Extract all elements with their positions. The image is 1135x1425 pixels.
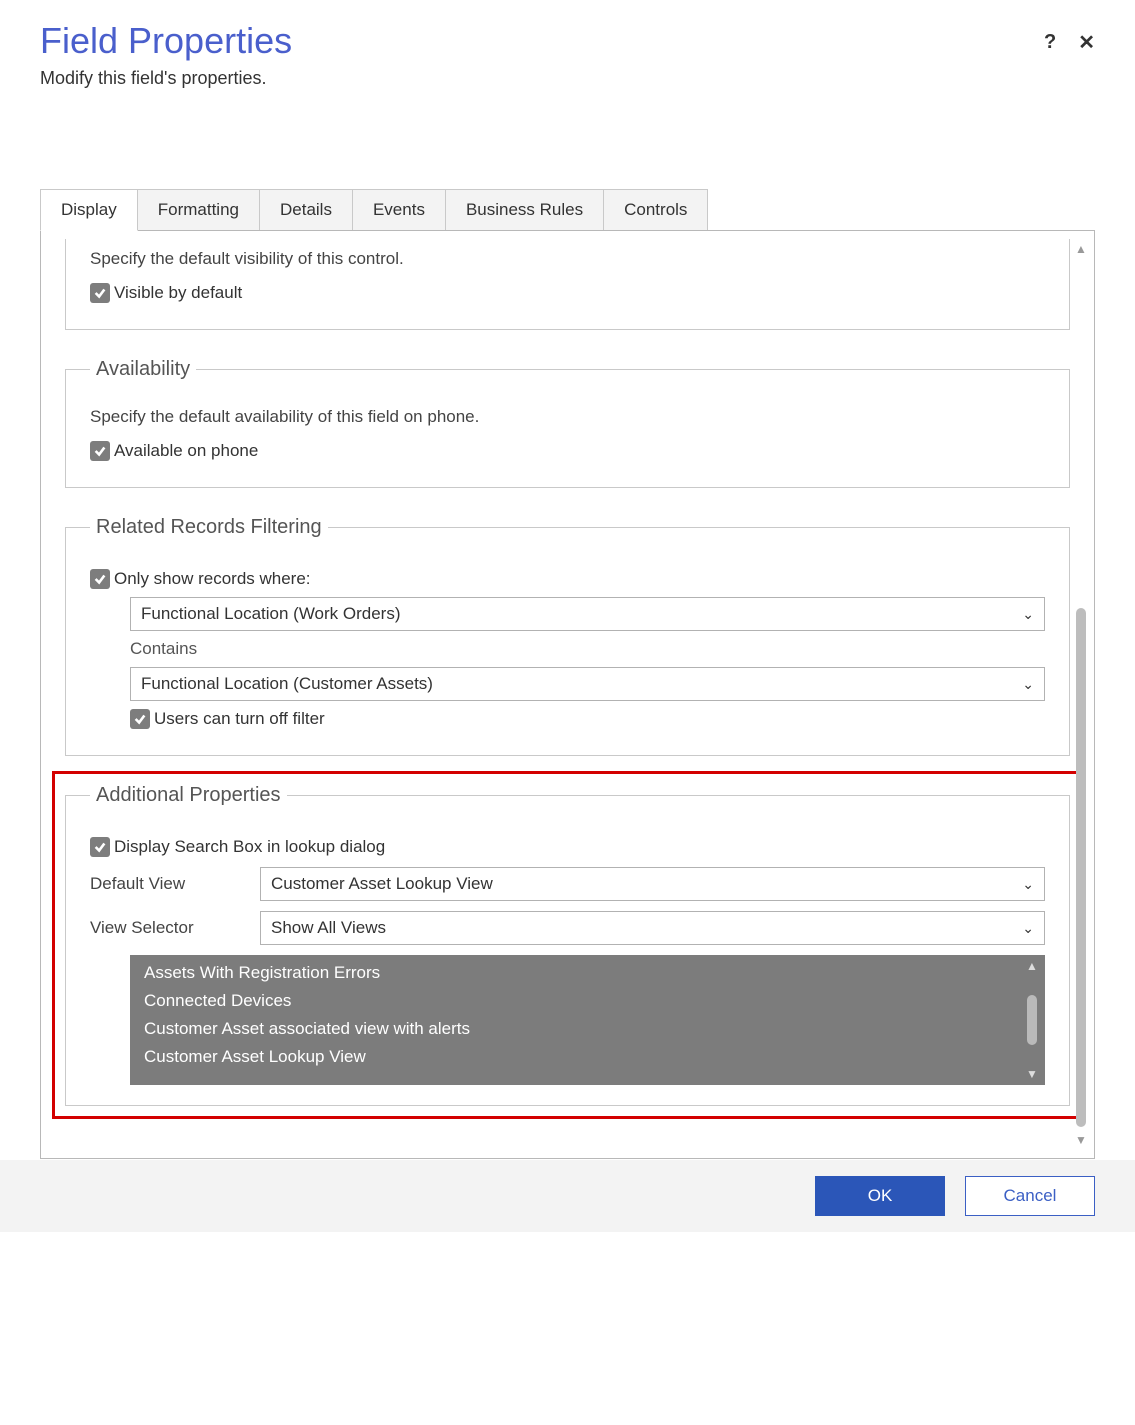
group-related-records: Related Records Filtering Only show reco… bbox=[65, 516, 1070, 756]
scroll-thumb[interactable] bbox=[1076, 608, 1086, 1127]
group-availability: Availability Specify the default availab… bbox=[65, 358, 1070, 488]
legend-related: Related Records Filtering bbox=[90, 516, 328, 539]
chevron-down-icon: ⌄ bbox=[1022, 606, 1034, 623]
tab-display[interactable]: Display bbox=[40, 189, 138, 231]
checkbox-display-search-box[interactable] bbox=[90, 837, 110, 857]
checkbox-visible-default-label: Visible by default bbox=[114, 283, 242, 303]
contains-label: Contains bbox=[130, 639, 1045, 659]
select-view-selector-value: Show All Views bbox=[271, 918, 386, 938]
scroll-thumb[interactable] bbox=[1027, 995, 1037, 1045]
list-item[interactable]: Customer Asset Lookup View bbox=[144, 1043, 1015, 1071]
scroll-track[interactable] bbox=[1076, 262, 1086, 1127]
select-related-field-b-value: Functional Location (Customer Assets) bbox=[141, 674, 433, 694]
dialog-footer: OK Cancel bbox=[0, 1160, 1135, 1232]
views-listbox[interactable]: Assets With Registration Errors Connecte… bbox=[130, 955, 1045, 1085]
select-default-view[interactable]: Customer Asset Lookup View ⌄ bbox=[260, 867, 1045, 901]
group-additional-properties: Additional Properties Display Search Box… bbox=[65, 784, 1070, 1106]
tab-controls[interactable]: Controls bbox=[603, 189, 708, 231]
help-icon[interactable]: ? bbox=[1044, 31, 1056, 54]
group-visibility: Specify the default visibility of this c… bbox=[65, 239, 1070, 330]
select-related-field-b[interactable]: Functional Location (Customer Assets) ⌄ bbox=[130, 667, 1045, 701]
checkbox-only-show-records-label: Only show records where: bbox=[114, 569, 311, 589]
scroll-down-icon[interactable]: ▼ bbox=[1075, 1133, 1087, 1147]
dialog-header: Field Properties Modify this field's pro… bbox=[40, 20, 1095, 129]
view-selector-label: View Selector bbox=[90, 918, 240, 938]
select-view-selector[interactable]: Show All Views ⌄ bbox=[260, 911, 1045, 945]
checkbox-display-search-box-label: Display Search Box in lookup dialog bbox=[114, 837, 385, 857]
list-item[interactable]: Assets With Registration Errors bbox=[144, 959, 1015, 987]
tab-events[interactable]: Events bbox=[352, 189, 446, 231]
listbox-scrollbar[interactable]: ▲ ▼ bbox=[1023, 959, 1041, 1081]
tab-bar: Display Formatting Details Events Busine… bbox=[40, 189, 1095, 231]
scroll-up-icon[interactable]: ▲ bbox=[1075, 242, 1087, 256]
chevron-down-icon: ⌄ bbox=[1022, 676, 1034, 693]
checkbox-users-turn-off-filter[interactable] bbox=[130, 709, 150, 729]
panel-scrollbar[interactable]: ▲ ▼ bbox=[1073, 242, 1089, 1147]
select-related-field-a[interactable]: Functional Location (Work Orders) ⌄ bbox=[130, 597, 1045, 631]
select-related-field-a-value: Functional Location (Work Orders) bbox=[141, 604, 401, 624]
list-item[interactable]: Connected Devices bbox=[144, 987, 1015, 1015]
list-item[interactable]: Customer Asset associated view with aler… bbox=[144, 1015, 1015, 1043]
checkbox-only-show-records[interactable] bbox=[90, 569, 110, 589]
ok-button[interactable]: OK bbox=[815, 1176, 945, 1216]
page-subtitle: Modify this field's properties. bbox=[40, 68, 292, 89]
tab-business-rules[interactable]: Business Rules bbox=[445, 189, 604, 231]
legend-availability: Availability bbox=[90, 358, 196, 381]
chevron-down-icon: ⌄ bbox=[1022, 876, 1034, 893]
scroll-up-icon[interactable]: ▲ bbox=[1026, 959, 1038, 973]
checkbox-available-phone-label: Available on phone bbox=[114, 441, 258, 461]
scroll-down-icon[interactable]: ▼ bbox=[1026, 1067, 1038, 1081]
availability-desc: Specify the default availability of this… bbox=[90, 407, 1045, 427]
tab-details[interactable]: Details bbox=[259, 189, 353, 231]
close-icon[interactable]: ✕ bbox=[1078, 30, 1095, 55]
page-title: Field Properties bbox=[40, 20, 292, 62]
visibility-desc: Specify the default visibility of this c… bbox=[90, 249, 1045, 269]
field-properties-dialog: Field Properties Modify this field's pro… bbox=[0, 0, 1135, 1159]
checkbox-users-turn-off-filter-label: Users can turn off filter bbox=[154, 709, 325, 729]
default-view-label: Default View bbox=[90, 874, 240, 894]
checkbox-available-phone[interactable] bbox=[90, 441, 110, 461]
legend-additional: Additional Properties bbox=[90, 784, 287, 807]
chevron-down-icon: ⌄ bbox=[1022, 920, 1034, 937]
select-default-view-value: Customer Asset Lookup View bbox=[271, 874, 493, 894]
cancel-button[interactable]: Cancel bbox=[965, 1176, 1095, 1216]
tab-formatting[interactable]: Formatting bbox=[137, 189, 260, 231]
checkbox-visible-default[interactable] bbox=[90, 283, 110, 303]
tab-content: Specify the default visibility of this c… bbox=[40, 230, 1095, 1159]
